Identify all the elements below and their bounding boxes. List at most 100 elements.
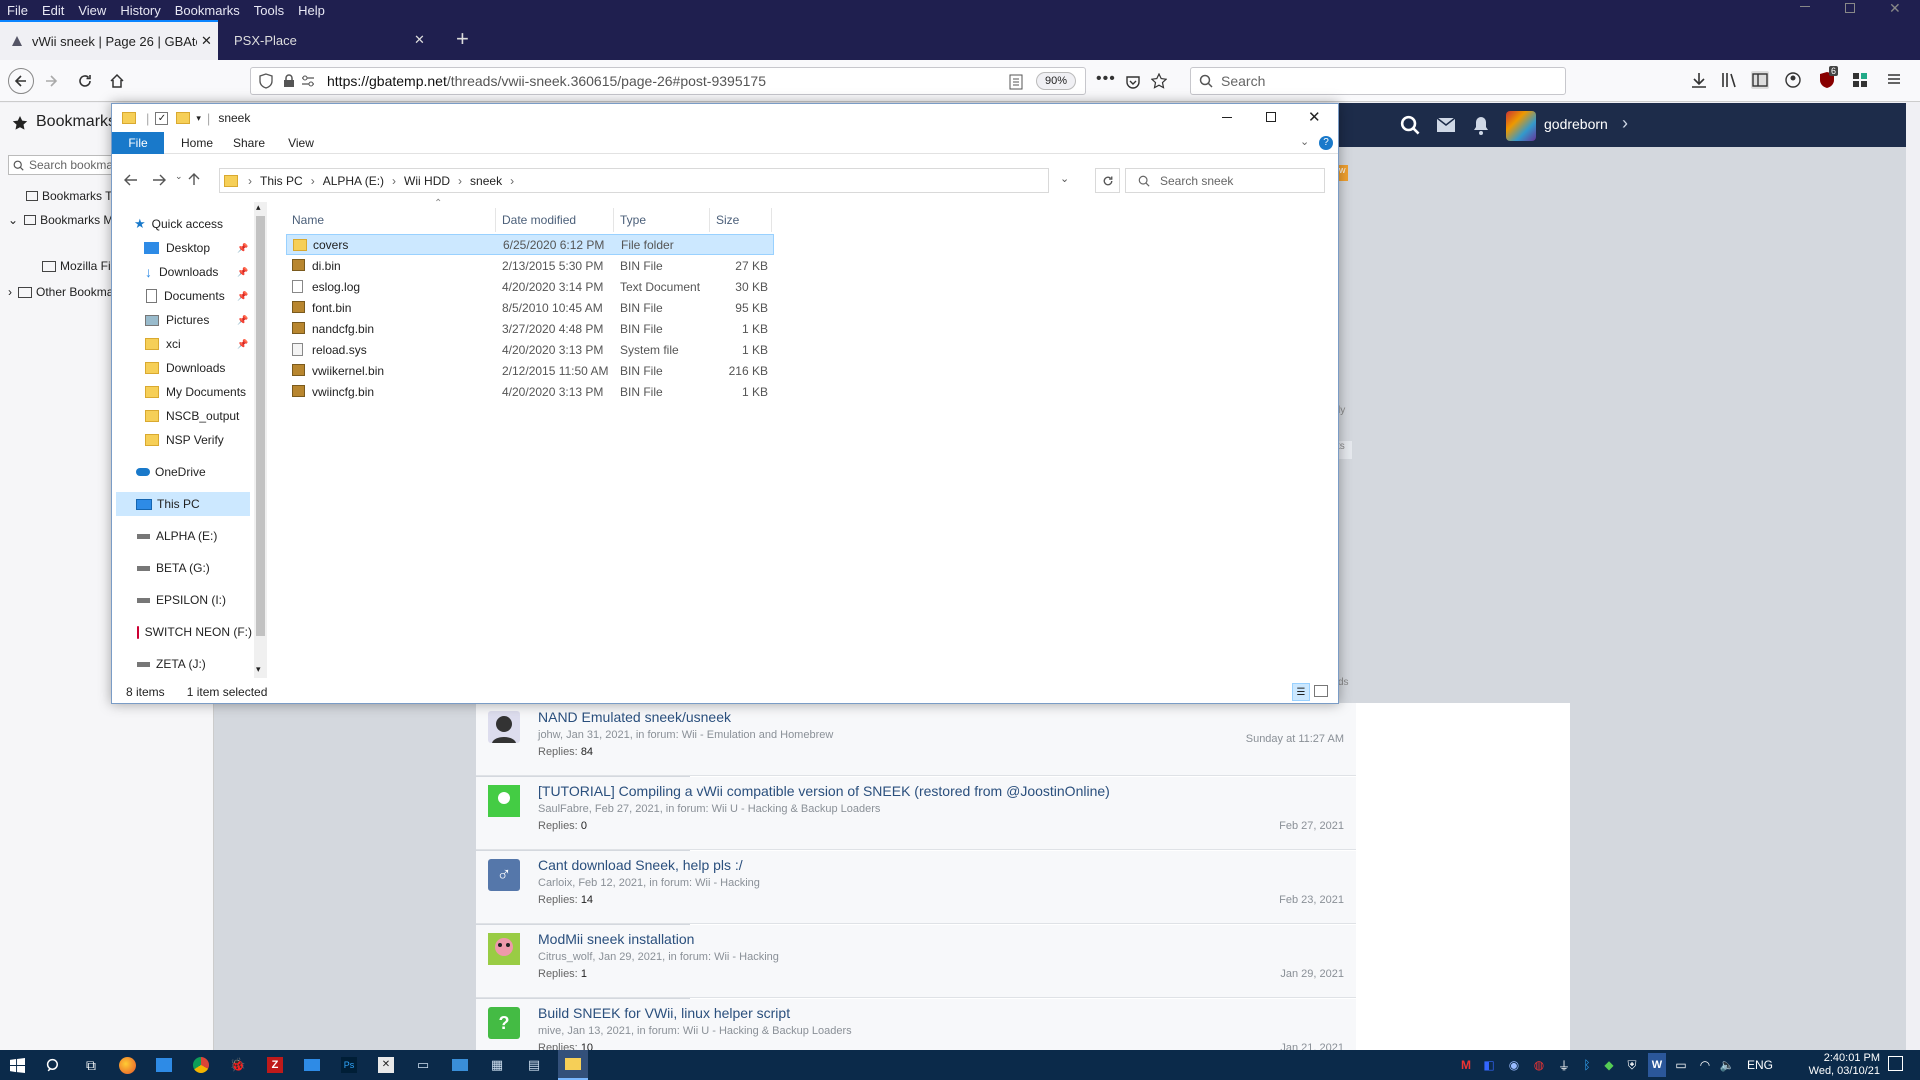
chevron-right-icon[interactable]: ›: [311, 174, 315, 188]
up-icon[interactable]: [188, 172, 200, 186]
nvidia-tray-icon[interactable]: ◆: [1600, 1053, 1618, 1077]
file-row[interactable]: nandcfg.bin 3/27/2020 4:48 PM BIN File 1 KB: [286, 318, 774, 339]
shield-icon[interactable]: [259, 73, 273, 89]
taskbar-search-icon[interactable]: [46, 1058, 61, 1073]
menu-help[interactable]: Help: [291, 3, 332, 18]
web-search-bar[interactable]: Search: [1190, 67, 1566, 95]
chrome-taskbar-icon[interactable]: [188, 1053, 214, 1077]
language-indicator[interactable]: ENG: [1747, 1058, 1773, 1072]
excel-taskbar-icon[interactable]: ✕: [373, 1053, 399, 1077]
nav-onedrive[interactable]: OneDrive: [112, 460, 252, 484]
file-row[interactable]: font.bin 8/5/2010 10:45 AM BIN File 95 KB: [286, 297, 774, 318]
ribbon-tab-home[interactable]: Home: [172, 132, 222, 154]
user-avatar[interactable]: [1506, 111, 1536, 141]
thread-title[interactable]: Cant download Sneek, help pls :/: [538, 857, 743, 873]
nav-xci[interactable]: xci 📌: [112, 332, 252, 356]
chevron-right-icon[interactable]: ›: [248, 174, 252, 188]
zoom-indicator[interactable]: 90%: [1036, 72, 1076, 90]
chevron-down-icon[interactable]: ⌄: [8, 213, 18, 227]
menu-edit[interactable]: Edit: [35, 3, 71, 18]
sidebar-toggle-icon[interactable]: [1751, 71, 1769, 89]
file-row[interactable]: vwiikernel.bin 2/12/2015 11:50 AM BIN File…: [286, 360, 774, 381]
notification-center-icon[interactable]: [1888, 1056, 1903, 1071]
breadcrumb-sneek[interactable]: sneek: [470, 174, 502, 188]
app-tray-icon[interactable]: ◧: [1480, 1053, 1498, 1077]
file-row[interactable]: vwiincfg.bin 4/20/2020 3:13 PM BIN File 1 K…: [286, 381, 774, 402]
nav-downloads-folder[interactable]: Downloads: [112, 356, 252, 380]
large-icons-view-icon[interactable]: [1314, 685, 1328, 697]
chevron-right-icon[interactable]: ›: [458, 174, 462, 188]
scroll-up-icon[interactable]: ▴: [256, 202, 261, 213]
tab-close-icon[interactable]: ✕: [414, 32, 425, 48]
word-tray-icon[interactable]: W: [1648, 1053, 1666, 1077]
nav-my-documents[interactable]: My Documents: [112, 380, 252, 404]
library-icon[interactable]: [1720, 71, 1738, 89]
nav-desktop[interactable]: Desktop 📌: [112, 236, 252, 260]
page-actions-icon[interactable]: •••: [1096, 70, 1116, 88]
account-icon[interactable]: [1784, 71, 1802, 89]
permissions-icon[interactable]: [301, 75, 315, 87]
tab-gbatemp[interactable]: vWii sneek | Page 26 | GBAtemp ✕: [0, 20, 218, 60]
ribbon-tab-file[interactable]: File: [112, 132, 164, 154]
pocket-icon[interactable]: [1125, 74, 1141, 90]
security-tray-icon[interactable]: ⛨: [1623, 1053, 1641, 1077]
nav-this-pc[interactable]: This PC: [116, 492, 250, 516]
chevron-right-icon[interactable]: ›: [510, 174, 514, 188]
thread-item[interactable]: ModMii sneek installation Citrus_wolf, J…: [476, 925, 1356, 998]
thread-item[interactable]: ♂ Cant download Sneek, help pls :/ Carlo…: [476, 851, 1356, 924]
column-header-date[interactable]: Date modified: [496, 208, 614, 232]
ublock-icon[interactable]: 6: [1817, 66, 1839, 90]
nav-drive-switch-neon[interactable]: SWITCH NEON (F:): [112, 620, 252, 644]
file-row[interactable]: reload.sys 4/20/2020 3:13 PM System file 1 …: [286, 339, 774, 360]
chevron-right-icon[interactable]: ›: [8, 285, 12, 299]
file-row[interactable]: covers 6/25/2020 6:12 PM File folder: [286, 234, 774, 255]
menu-view[interactable]: View: [71, 3, 113, 18]
thread-item[interactable]: NAND Emulated sneek/usneek johw, Jan 31,…: [476, 703, 1356, 776]
thread-title[interactable]: Build SNEEK for VWii, linux helper scrip…: [538, 1005, 790, 1021]
thread-title[interactable]: NAND Emulated sneek/usneek: [538, 709, 731, 725]
lock-icon[interactable]: [283, 74, 295, 88]
nav-documents[interactable]: Documents 📌: [112, 284, 252, 308]
back-icon[interactable]: [124, 174, 138, 186]
firefox-taskbar-icon[interactable]: [114, 1053, 140, 1077]
thread-item[interactable]: ? Build SNEEK for VWii, linux helper scr…: [476, 999, 1356, 1050]
details-view-icon[interactable]: ☰: [1292, 683, 1310, 701]
mail-icon[interactable]: [1436, 117, 1456, 133]
tab-psx-place[interactable]: PSX-Place ✕: [218, 20, 442, 60]
reload-icon[interactable]: [74, 70, 96, 92]
photoshop-taskbar-icon[interactable]: Ps: [336, 1053, 362, 1077]
thread-title[interactable]: [TUTORIAL] Compiling a vWii compatible v…: [538, 783, 1110, 799]
nav-nscb-output[interactable]: NSCB_output: [112, 404, 252, 428]
breadcrumb-wii-hdd[interactable]: Wii HDD: [404, 174, 450, 188]
ribbon-tab-share[interactable]: Share: [224, 132, 274, 154]
new-folder-icon[interactable]: [176, 112, 191, 124]
chevron-right-icon[interactable]: ›: [1622, 113, 1628, 134]
menu-file[interactable]: File: [0, 3, 35, 18]
nav-quick-access[interactable]: ★ Quick access: [112, 212, 252, 236]
bluetooth-tray-icon[interactable]: ᛒ: [1578, 1053, 1596, 1077]
terminal-taskbar-icon[interactable]: ▭: [410, 1053, 436, 1077]
calculator-taskbar-icon[interactable]: ▦: [484, 1053, 510, 1077]
nav-drive-alpha[interactable]: ALPHA (E:): [112, 524, 252, 548]
breadcrumb-alpha[interactable]: ALPHA (E:): [323, 174, 384, 188]
app-taskbar-icon[interactable]: 🐞: [225, 1053, 251, 1077]
extensions-icon[interactable]: [1851, 71, 1869, 89]
back-icon[interactable]: [8, 68, 34, 94]
restore-icon[interactable]: [1845, 3, 1855, 13]
antivirus-tray-icon[interactable]: M: [1457, 1053, 1475, 1077]
steam-tray-icon[interactable]: ◉: [1505, 1053, 1523, 1077]
site-search-icon[interactable]: [1400, 115, 1420, 135]
scrollbar-thumb[interactable]: [256, 216, 265, 636]
task-view-icon[interactable]: ⧉: [78, 1053, 104, 1077]
column-header-name[interactable]: Name: [286, 208, 496, 232]
monitor-taskbar-icon[interactable]: [299, 1053, 325, 1077]
power-tray-icon[interactable]: ▭: [1672, 1053, 1690, 1077]
home-icon[interactable]: [106, 70, 128, 92]
column-header-size[interactable]: Size: [710, 208, 772, 232]
nav-nsp-verify[interactable]: NSP Verify: [112, 428, 252, 452]
nav-downloads[interactable]: ↓ Downloads 📌: [112, 260, 252, 284]
minimize-icon[interactable]: [1800, 6, 1810, 7]
file-row[interactable]: di.bin 2/13/2015 5:30 PM BIN File 27 KB: [286, 255, 774, 276]
maximize-icon[interactable]: [1266, 112, 1276, 122]
windows-start-icon[interactable]: [10, 1058, 25, 1073]
